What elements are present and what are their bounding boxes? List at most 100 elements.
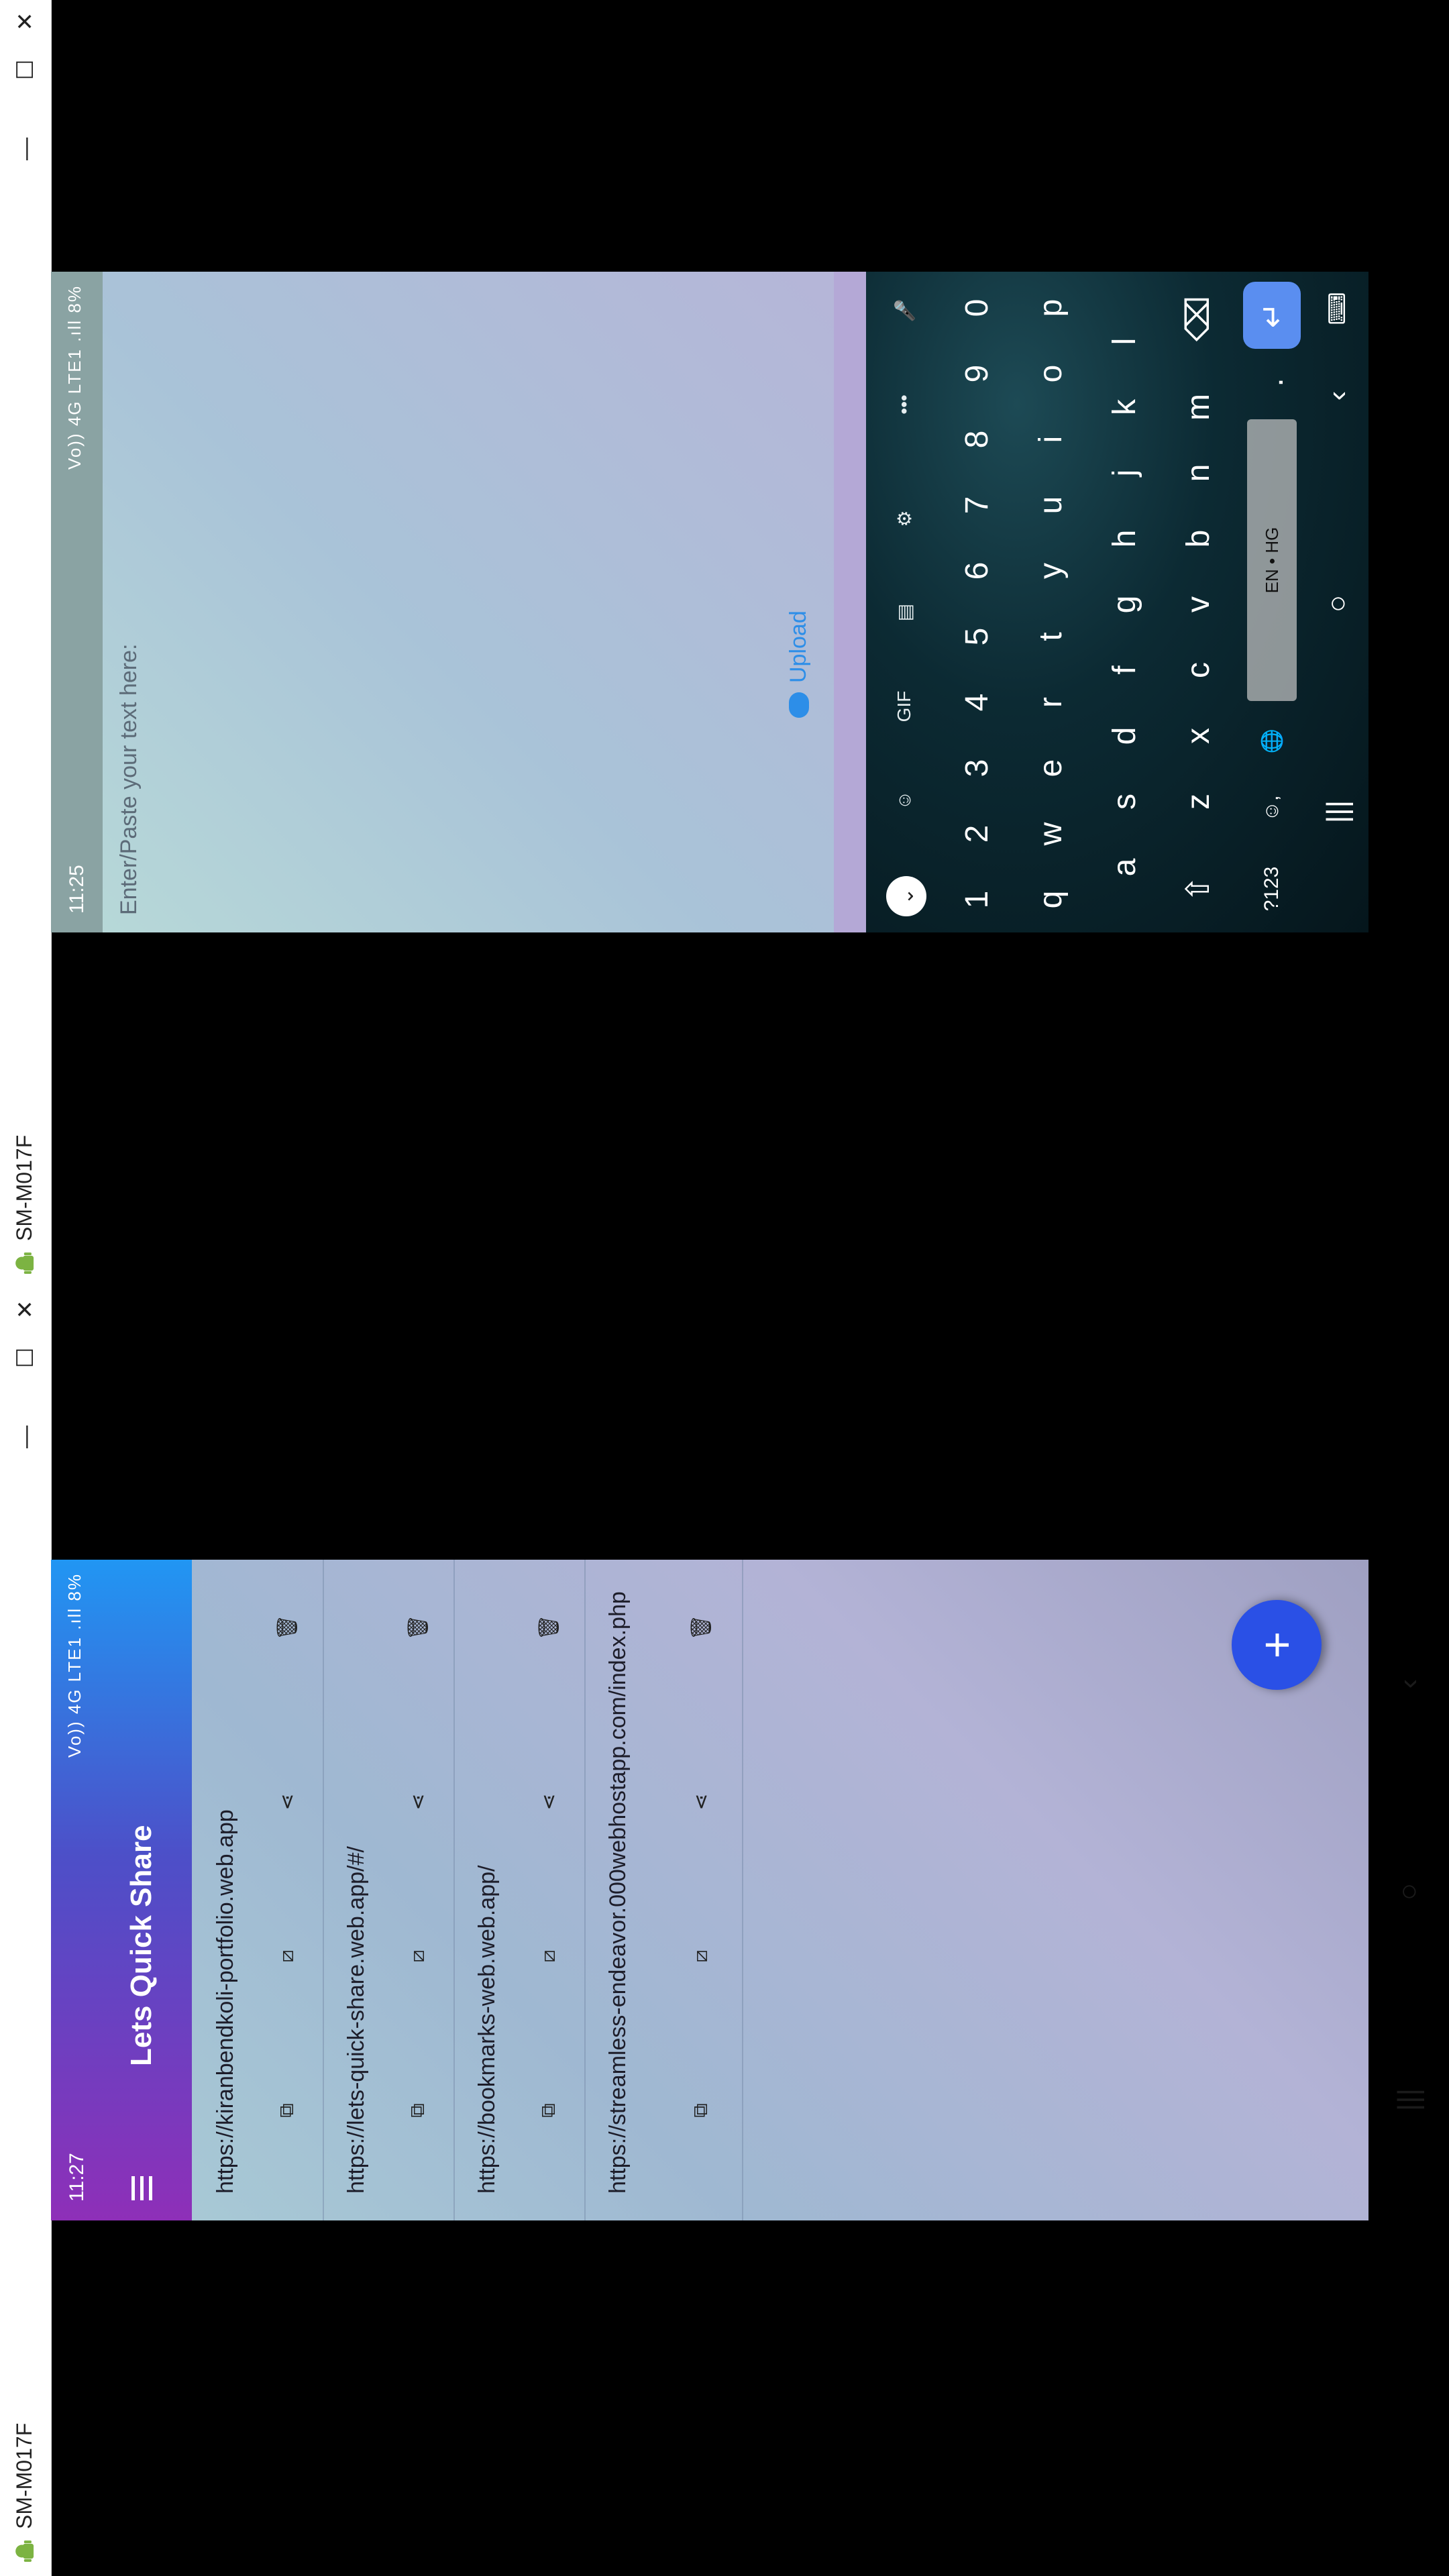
globe-icon[interactable]: 🌐 xyxy=(1235,711,1309,771)
copy-icon[interactable]: ⧉ xyxy=(271,2094,303,2127)
maximize-button[interactable]: ☐ xyxy=(3,47,48,93)
key-i[interactable]: i xyxy=(1014,407,1087,472)
gif-icon[interactable]: GIF xyxy=(886,688,922,724)
period-key[interactable]: . xyxy=(1235,356,1309,409)
key-0[interactable]: 0 xyxy=(940,275,1014,341)
upload-button[interactable]: Upload xyxy=(786,610,812,718)
key-b[interactable]: b xyxy=(1161,506,1235,572)
close-button[interactable]: ✕ xyxy=(3,1288,48,1332)
key-k[interactable]: k xyxy=(1087,374,1161,440)
key-6[interactable]: 6 xyxy=(940,538,1014,604)
key-a[interactable]: a xyxy=(1087,835,1161,900)
key-p[interactable]: p xyxy=(1014,275,1087,341)
open-icon[interactable]: ⧄ xyxy=(402,1940,434,1972)
link-url: https://kiranbendkoli-portfolio.web.app xyxy=(213,1809,238,2194)
sticker-icon[interactable]: ☺ xyxy=(886,782,922,818)
key-j[interactable]: j xyxy=(1087,440,1161,506)
text-input-area[interactable]: Enter/Paste your text here: xyxy=(103,272,836,932)
key-f[interactable]: f xyxy=(1087,637,1161,703)
key-8[interactable]: 8 xyxy=(940,407,1014,472)
menu-icon[interactable] xyxy=(121,2160,162,2200)
key-d[interactable]: d xyxy=(1087,703,1161,769)
share-icon[interactable]: ⋖ xyxy=(533,1786,565,1818)
backspace-key[interactable]: ⌫ xyxy=(1161,275,1235,362)
key-r[interactable]: r xyxy=(1014,669,1087,735)
delete-icon[interactable]: 🗑 xyxy=(402,1611,434,1644)
delete-icon[interactable]: 🗑 xyxy=(685,1611,717,1644)
key-s[interactable]: s xyxy=(1087,769,1161,835)
delete-icon[interactable]: 🗑 xyxy=(271,1611,303,1644)
copy-icon[interactable]: ⧉ xyxy=(533,2094,565,2127)
key-7[interactable]: 7 xyxy=(940,472,1014,538)
key-v[interactable]: v xyxy=(1161,572,1235,637)
status-time: 11:25 xyxy=(65,865,88,914)
close-button[interactable]: ✕ xyxy=(3,0,48,44)
key-m[interactable]: m xyxy=(1161,374,1235,440)
back-button[interactable]: ‹ xyxy=(1318,376,1358,416)
home-button[interactable]: ○ xyxy=(1318,584,1358,624)
android-icon xyxy=(15,2540,34,2562)
keyboard-switch-icon[interactable]: ⌨ xyxy=(1318,288,1358,329)
key-z[interactable]: z xyxy=(1161,769,1235,835)
key-h[interactable]: h xyxy=(1087,506,1161,572)
cloud-upload-icon xyxy=(788,692,809,718)
key-x[interactable]: x xyxy=(1161,703,1235,769)
microphone-icon[interactable]: 🎤 xyxy=(886,292,922,329)
keyboard-toolbar: ⌄ ☺ GIF ▤ ⚙ ••• 🎤 xyxy=(866,272,940,932)
copy-icon[interactable]: ⧉ xyxy=(402,2094,434,2127)
space-key[interactable]: EN • HG xyxy=(1247,419,1297,701)
key-2[interactable]: 2 xyxy=(940,801,1014,867)
key-o[interactable]: o xyxy=(1014,341,1087,407)
key-3[interactable]: 3 xyxy=(940,735,1014,801)
add-fab-button[interactable]: + xyxy=(1232,1600,1322,1690)
share-icon[interactable]: ⋖ xyxy=(685,1786,717,1818)
back-button[interactable]: ‹ xyxy=(1389,1664,1429,1704)
copy-icon[interactable]: ⧉ xyxy=(685,2094,717,2127)
share-icon[interactable]: ⋖ xyxy=(402,1786,434,1818)
phone-screen-left: 11:27 Vo)) 4G LTE1 .ıll 8% Lets Quick Sh… xyxy=(51,1560,1368,2220)
delete-icon[interactable]: 🗑 xyxy=(533,1611,565,1644)
key-n[interactable]: n xyxy=(1161,440,1235,506)
status-time: 11:27 xyxy=(65,2153,88,2202)
letter-row-1: q w e r t y u i o p xyxy=(1014,272,1087,932)
list-item: https://lets-quick-share.web.app/#/ ⧉ ⧄ … xyxy=(323,1560,455,2220)
shift-key[interactable]: ⇧ xyxy=(1161,845,1235,932)
key-u[interactable]: u xyxy=(1014,472,1087,538)
key-t[interactable]: t xyxy=(1014,604,1087,669)
keyboard-navigation-bar: ||| ○ ‹ ⌨ xyxy=(1308,272,1368,932)
collapse-chevron-icon[interactable]: ⌄ xyxy=(886,876,926,916)
open-icon[interactable]: ⧄ xyxy=(271,1940,303,1972)
key-1[interactable]: 1 xyxy=(940,867,1014,932)
key-l[interactable]: l xyxy=(1087,309,1161,374)
key-q[interactable]: q xyxy=(1014,867,1087,932)
left-window: SM-M017F — ☐ ✕ 11:27 Vo)) 4G LTE1 .ıll 8… xyxy=(0,1288,1449,2576)
symbols-key[interactable]: ?123 xyxy=(1235,845,1309,932)
recents-button[interactable]: ||| xyxy=(1389,2080,1429,2120)
enter-key[interactable]: ↵ xyxy=(1243,282,1301,349)
right-window: SM-M017F — ☐ ✕ 11:25 Vo)) 4G LTE1 .ıll 8… xyxy=(0,0,1449,1288)
more-icon[interactable]: ••• xyxy=(886,386,922,423)
maximize-button[interactable]: ☐ xyxy=(3,1335,48,1381)
open-icon[interactable]: ⧄ xyxy=(533,1940,565,1972)
open-icon[interactable]: ⧄ xyxy=(685,1940,717,1972)
key-c[interactable]: c xyxy=(1161,637,1235,703)
key-4[interactable]: 4 xyxy=(940,669,1014,735)
emoji-comma-key[interactable]: ☺, xyxy=(1235,778,1309,839)
keyboard: ⌄ ☺ GIF ▤ ⚙ ••• 🎤 1 2 3 4 5 6 7 8 9 0 q … xyxy=(866,272,1368,932)
phone-screen-right: 11:25 Vo)) 4G LTE1 .ıll 8% Enter/Paste y… xyxy=(51,272,1368,932)
key-y[interactable]: y xyxy=(1014,538,1087,604)
home-button[interactable]: ○ xyxy=(1389,1872,1429,1912)
key-9[interactable]: 9 xyxy=(940,341,1014,407)
key-g[interactable]: g xyxy=(1087,572,1161,637)
share-icon[interactable]: ⋖ xyxy=(271,1786,303,1818)
key-5[interactable]: 5 xyxy=(940,604,1014,669)
settings-icon[interactable]: ⚙ xyxy=(886,500,922,537)
minimize-button[interactable]: — xyxy=(3,1414,48,1460)
key-w[interactable]: w xyxy=(1014,801,1087,867)
minimize-button[interactable]: — xyxy=(3,126,48,172)
letter-row-2: a s d f g h j k l xyxy=(1087,272,1161,932)
key-e[interactable]: e xyxy=(1014,735,1087,801)
clipboard-icon[interactable]: ▤ xyxy=(886,594,922,631)
recents-button[interactable]: ||| xyxy=(1318,792,1358,832)
upload-label: Upload xyxy=(786,610,811,683)
